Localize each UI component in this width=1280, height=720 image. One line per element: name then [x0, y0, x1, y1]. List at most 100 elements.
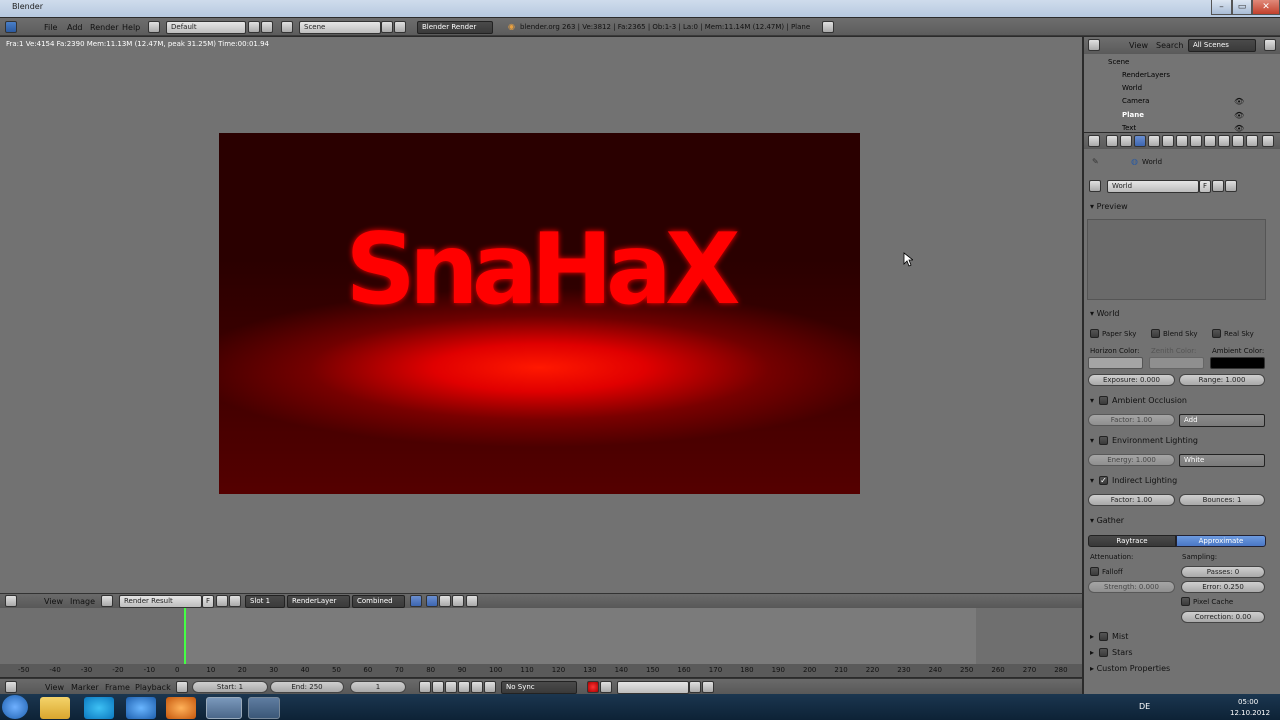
jump-start-icon[interactable] [419, 681, 431, 693]
screen-layout-field[interactable]: Default [166, 21, 246, 34]
curve-icon[interactable] [452, 595, 464, 607]
insert-keyframe-icon[interactable] [689, 681, 701, 693]
outliner-item-renderlayers[interactable]: RenderLayers [1122, 71, 1170, 79]
slot-select[interactable]: Slot 1 [245, 595, 285, 608]
blender-taskbar-icon[interactable] [206, 697, 242, 719]
menu-file[interactable]: File [44, 23, 57, 32]
app-taskbar-icon[interactable] [248, 697, 280, 719]
screen-layout-icon[interactable] [148, 21, 160, 33]
exposure-field[interactable]: Exposure: 0.000 [1088, 374, 1175, 386]
zenith-color-swatch[interactable] [1149, 357, 1204, 369]
media-taskbar-icon[interactable] [166, 697, 196, 719]
outliner-menu-view[interactable]: View [1129, 41, 1148, 50]
indirect-panel-title[interactable]: ▾ [1090, 476, 1094, 485]
minimize-button[interactable]: – [1211, 0, 1232, 15]
physics-tab-icon[interactable] [1246, 135, 1258, 147]
play-icon[interactable] [458, 681, 470, 693]
keying-set-field[interactable] [617, 681, 689, 694]
outliner-menu-search[interactable]: Search [1156, 41, 1183, 50]
ao-factor-field[interactable]: Factor: 1.00 [1088, 414, 1175, 426]
image-fake-user-button[interactable]: F [202, 595, 214, 608]
env-color-select[interactable]: White [1179, 454, 1265, 467]
outliner-search-icon[interactable] [1264, 39, 1276, 51]
data-tab-icon[interactable] [1190, 135, 1202, 147]
language-indicator[interactable]: DE [1139, 702, 1150, 711]
outliner-editor-type-icon[interactable] [1088, 39, 1100, 51]
scene-field[interactable]: Scene [299, 21, 381, 34]
preview-range-icon[interactable] [176, 681, 188, 693]
menu-help[interactable]: Help [122, 23, 140, 32]
image-unlink-icon[interactable] [229, 595, 241, 607]
plane-eye-icon[interactable]: 👁 [1234, 111, 1244, 120]
outliner-filter-select[interactable]: All Scenes [1188, 39, 1256, 52]
alpha-icon[interactable] [426, 595, 438, 607]
pixel-cache-checkbox[interactable] [1181, 597, 1190, 606]
clock-date[interactable]: 12.10.2012 [1230, 709, 1270, 717]
env-panel-title[interactable]: ▾ [1090, 436, 1094, 445]
outliner-item-plane[interactable]: Plane [1122, 111, 1144, 119]
current-frame-indicator[interactable] [184, 608, 186, 666]
pin-icon[interactable] [1262, 135, 1274, 147]
menu-render[interactable]: Render [90, 23, 118, 32]
zbuffer-icon[interactable] [439, 595, 451, 607]
text-eye-icon[interactable]: 👁 [1234, 124, 1244, 133]
pin-icon[interactable] [466, 595, 478, 607]
sync-select[interactable]: No Sync [501, 681, 577, 694]
outliner-item-scene[interactable]: Scene [1108, 58, 1129, 66]
keying-set-icon[interactable] [600, 681, 612, 693]
report-icon[interactable] [822, 21, 834, 33]
jump-keyframe-forward-icon[interactable] [471, 681, 483, 693]
explorer-taskbar-icon[interactable] [40, 697, 70, 719]
paper-sky-checkbox[interactable] [1090, 329, 1099, 338]
image-menu-view[interactable]: View [44, 597, 63, 606]
texture-tab-icon[interactable] [1218, 135, 1230, 147]
modifiers-tab-icon[interactable] [1176, 135, 1188, 147]
properties-editor-type-icon[interactable] [1088, 135, 1100, 147]
world-tab-icon[interactable] [1134, 135, 1146, 147]
scene-icon[interactable] [281, 21, 293, 33]
indirect-bounces-field[interactable]: Bounces: 1 [1179, 494, 1265, 506]
real-sky-checkbox[interactable] [1212, 329, 1221, 338]
world-new-icon[interactable] [1212, 180, 1224, 192]
add-layout-icon[interactable] [248, 21, 260, 33]
ao-mode-select[interactable]: Add [1179, 414, 1265, 427]
maximize-button[interactable]: ▭ [1232, 0, 1252, 15]
add-scene-icon[interactable] [381, 21, 393, 33]
context-pin-icon[interactable]: ✎ [1092, 157, 1099, 166]
editor-type-icon[interactable] [5, 21, 17, 33]
correction-field[interactable]: Correction: 0.00 [1181, 611, 1265, 623]
ao-checkbox[interactable] [1099, 396, 1108, 405]
custom-props-panel-title[interactable]: ▸ Custom Properties [1090, 664, 1170, 673]
stars-checkbox[interactable] [1099, 648, 1108, 657]
horizon-color-swatch[interactable] [1088, 357, 1143, 369]
particles-tab-icon[interactable] [1232, 135, 1244, 147]
jump-end-icon[interactable] [484, 681, 496, 693]
approximate-button[interactable]: Approximate [1176, 535, 1266, 547]
ao-panel-title[interactable]: ▾ [1090, 396, 1094, 405]
render-tab-icon[interactable] [1106, 135, 1118, 147]
timeline-editor-type-icon[interactable] [5, 681, 17, 693]
image-new-icon[interactable] [216, 595, 228, 607]
env-energy-field[interactable]: Energy: 1.000 [1088, 454, 1175, 466]
world-name-field[interactable]: World [1107, 180, 1199, 193]
mist-panel-title[interactable]: ▸ [1090, 632, 1094, 641]
preview-panel-title[interactable]: ▾ Preview [1090, 202, 1128, 211]
image-editor-type-icon[interactable] [5, 595, 17, 607]
timeline-ruler[interactable] [0, 664, 1082, 677]
outliner-item-text[interactable]: Text [1122, 124, 1136, 132]
close-button[interactable]: ✕ [1252, 0, 1280, 15]
timeline-menu-view[interactable]: View [45, 683, 64, 692]
timeline-menu-marker[interactable]: Marker [71, 683, 99, 692]
world-unlink-icon[interactable] [1225, 180, 1237, 192]
render-engine-select[interactable]: Blender Render [417, 21, 493, 34]
scene-tab-icon[interactable] [1120, 135, 1132, 147]
skype-taskbar-icon[interactable] [84, 697, 114, 719]
delete-keyframe-icon[interactable] [702, 681, 714, 693]
ambient-color-swatch[interactable] [1210, 357, 1265, 369]
image-browse-icon[interactable] [101, 595, 113, 607]
end-frame-field[interactable]: End: 250 [270, 681, 344, 693]
blend-sky-checkbox[interactable] [1151, 329, 1160, 338]
mist-checkbox[interactable] [1099, 632, 1108, 641]
material-tab-icon[interactable] [1204, 135, 1216, 147]
range-field[interactable]: Range: 1.000 [1179, 374, 1265, 386]
